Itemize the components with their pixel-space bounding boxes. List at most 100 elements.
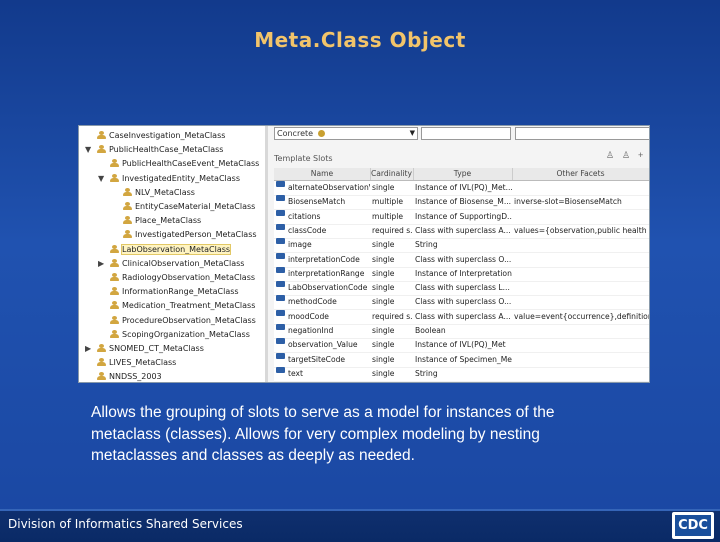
column-other-facets[interactable]: Other Facets (512, 168, 649, 180)
tree-item[interactable]: ProcedureObservation_MetaClass (110, 314, 256, 327)
table-row[interactable]: BiosenseMatch multiple Instance of Biosens… (274, 195, 649, 211)
slot-type: Class with superclass L... (415, 283, 510, 293)
slot-cardinality: single (372, 268, 395, 278)
tree-item-label: ScopingOrganization_MetaClass (122, 329, 250, 339)
tree-item-label: InvestigatedEntity_MetaClass (122, 173, 240, 183)
slot-facets: value=event{occurrence},definition, (514, 311, 649, 321)
slot-icon (276, 181, 285, 187)
slot-type: Class with superclass A... (415, 311, 511, 321)
slot-icon (276, 295, 285, 302)
constraints-field[interactable] (515, 127, 649, 140)
footer-bar: Division of Informatics Shared Services … (0, 509, 720, 542)
slide-title: Meta.Class Object (254, 28, 466, 52)
table-row[interactable]: targetSiteCode single Instance of Specimen… (274, 352, 649, 368)
table-row[interactable]: image single String (274, 238, 649, 254)
table-row[interactable]: methodCode single Class with superclass O.… (274, 295, 649, 311)
slot-type: Instance of Specimen_Met (415, 354, 512, 364)
tree-item[interactable]: ScopingOrganization_MetaClass (110, 328, 250, 341)
column-cardinality[interactable]: Cardinality (370, 168, 414, 180)
tree-item-label: Medication_Treatment_MetaClass (122, 301, 256, 311)
tree-item[interactable]: RadiologyObservation_MetaClass (110, 271, 255, 284)
tree-item-label: ProcedureObservation_MetaClass (122, 315, 256, 325)
tree-item[interactable]: ▼ InvestigatedEntity_MetaClass (98, 172, 240, 185)
documentation-field[interactable] (421, 127, 511, 140)
tree-item[interactable]: InvestigatedPerson_MetaClass (123, 228, 257, 241)
slot-cardinality: single (372, 254, 395, 264)
slot-name: LabObservationCode (288, 283, 368, 293)
tree-item-label: NNDSS_2003 (109, 372, 162, 382)
metaclass-icon (110, 301, 119, 310)
tree-item-label: InvestigatedPerson_MetaClass (135, 230, 257, 240)
slot-cardinality: single (372, 326, 395, 335)
tree-item[interactable]: ▶ ClinicalObservation_MetaClass (98, 257, 245, 270)
tree-item[interactable]: LIVES_MetaClass (97, 356, 176, 369)
tree-item[interactable]: CaseInvestigation_MetaClass (97, 129, 225, 142)
slot-icon (276, 238, 285, 245)
table-row[interactable]: classCode required s... Class with supercl… (274, 223, 649, 239)
slot-name: text (288, 368, 303, 378)
tree-item-label: LabObservation_MetaClass (120, 243, 232, 255)
view-slot-icon[interactable]: ♙ (606, 150, 614, 161)
tree-item-label: PublicHealthCaseEvent_MetaClass (122, 159, 260, 169)
tree-item-label: ClinicalObservation_MetaClass (122, 258, 245, 268)
table-row[interactable]: interpretationCode single Class with super… (274, 252, 649, 268)
slot-name: interpretationRange (288, 268, 365, 278)
table-row[interactable]: alternateObservationV...single Instance o… (274, 181, 649, 196)
tree-item[interactable]: NNDSS_2003 (97, 370, 162, 382)
metaclass-icon (110, 258, 119, 267)
template-slots-heading: Template Slots (274, 154, 333, 163)
table-row[interactable]: negationInd single Boolean (274, 324, 649, 339)
slot-type: String (415, 368, 438, 378)
slot-type: Instance of Interpretation... (415, 268, 512, 278)
slot-type: String (415, 240, 438, 250)
slot-cardinality: single (372, 354, 395, 364)
tree-item[interactable]: EntityCaseMaterial_MetaClass (123, 200, 255, 213)
class-tree[interactable]: CaseInvestigation_MetaClass ▼ PublicHealth… (79, 126, 268, 382)
class-editor: Concrete ▼ Template Slots ♙ ♙ + Name Car… (268, 126, 649, 382)
tree-item[interactable]: InformationRange_MetaClass (110, 285, 239, 298)
slot-icon (276, 366, 285, 373)
role-combo[interactable]: Concrete ▼ (274, 127, 418, 140)
metaclass-icon (123, 187, 132, 196)
table-row[interactable]: observation_Value single Instance of IVL(P… (274, 338, 649, 354)
slide-caption: Allows the grouping of slots to serve as… (91, 404, 555, 464)
table-row[interactable]: text single String (274, 366, 649, 382)
tree-item[interactable]: NLV_MetaClass (123, 186, 195, 199)
slot-type: Instance of IVL(PQ)_Met... (415, 183, 512, 192)
slot-name: observation_Value (288, 340, 358, 350)
slot-name: methodCode (288, 297, 337, 307)
column-type[interactable]: Type (413, 168, 513, 180)
slot-type: Boolean (415, 326, 446, 335)
collapsed-arrow-icon[interactable]: ▶ (85, 342, 95, 355)
expanded-arrow-icon[interactable]: ▼ (98, 172, 108, 185)
slot-cardinality: single (372, 368, 395, 378)
table-row[interactable]: interpretationRange single Instance of Int… (274, 266, 649, 282)
collapsed-arrow-icon[interactable]: ▶ (98, 257, 108, 270)
metaclass-icon (110, 273, 119, 281)
slot-icon (276, 352, 285, 359)
metaclass-icon (97, 372, 106, 381)
tree-item-label: InformationRange_MetaClass (122, 287, 239, 297)
tree-item[interactable]: Place_MetaClass (123, 214, 201, 227)
column-name[interactable]: Name (274, 168, 371, 180)
tree-item[interactable]: ▶ SNOMED_CT_MetaClass (85, 342, 204, 355)
metaclass-icon (97, 358, 106, 367)
slot-type: Class with superclass A... (415, 225, 511, 235)
metaclass-icon (97, 344, 106, 352)
expanded-arrow-icon[interactable]: ▼ (85, 143, 95, 156)
tree-item[interactable]: LabObservation_MetaClass (110, 243, 232, 256)
tree-item[interactable]: PublicHealthCaseEvent_MetaClass (110, 157, 259, 170)
tree-item-label: PublicHealthCase_MetaClass (109, 145, 224, 155)
tree-item[interactable]: Medication_Treatment_MetaClass (110, 299, 255, 312)
add-slot-icon[interactable]: + (638, 150, 643, 160)
table-row[interactable]: moodCode required s... Class with supercla… (274, 309, 649, 325)
slot-icon (276, 252, 285, 259)
chevron-down-icon[interactable]: ▼ (410, 128, 415, 139)
table-row[interactable]: LabObservationCode single Class with super… (274, 281, 649, 297)
tree-item[interactable]: ▼ PublicHealthCase_MetaClass (85, 143, 224, 156)
footer-text: Division of Informatics Shared Services (8, 517, 243, 531)
slot-icon (276, 324, 285, 330)
create-slot-icon[interactable]: ♙ (622, 150, 630, 161)
slot-cardinality: required s... (372, 311, 413, 321)
table-row[interactable]: citations multiple Instance of SupportingD… (274, 209, 649, 225)
